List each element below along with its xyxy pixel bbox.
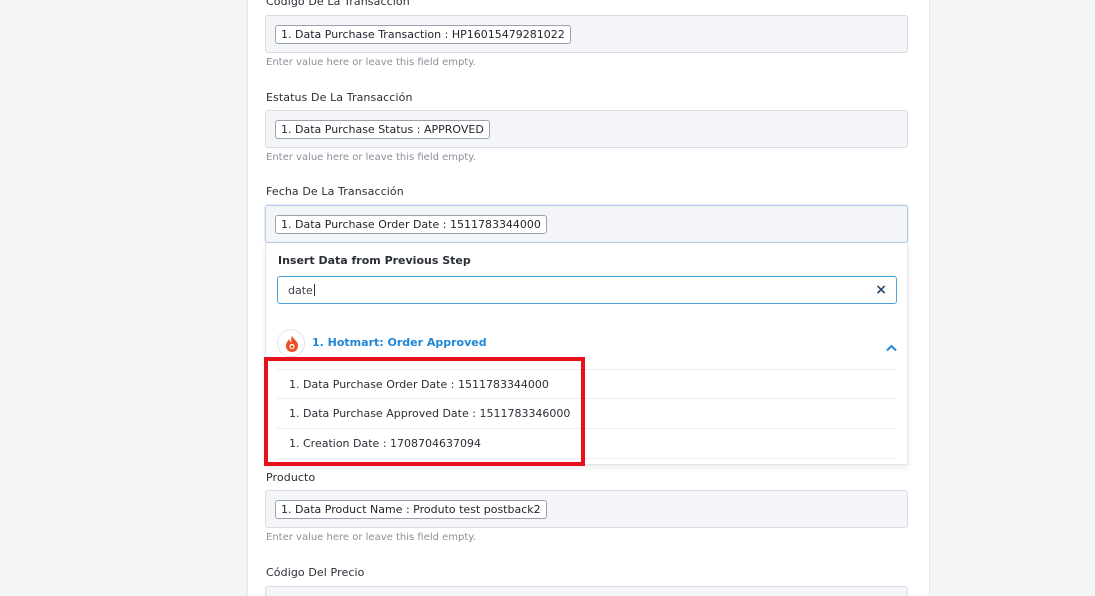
hotmart-flame-icon [277,329,305,357]
data-token[interactable]: 1. Data Purchase Transaction : HP1601547… [275,25,571,44]
dropdown-search-input[interactable]: date × [277,276,897,304]
field-hint: Enter value here or leave this field emp… [266,152,476,163]
field-label-price-code: Código Del Precio [266,566,365,579]
product-field[interactable]: 1. Data Product Name : Produto test post… [265,490,908,528]
chevron-up-icon[interactable] [886,337,897,356]
field-hint: Enter value here or leave this field emp… [266,57,476,68]
transaction-date-field[interactable]: 1. Data Purchase Order Date : 1511783344… [265,205,908,243]
field-label-transaction-code: Código De La Transacción [266,0,410,8]
field-label-transaction-date: Fecha De La Transacción [266,185,404,198]
field-label-product: Producto [266,471,316,484]
search-input-value: date [288,284,315,297]
data-token[interactable]: 1. Data Purchase Order Date : 1511783344… [275,215,547,234]
close-icon[interactable]: × [875,282,887,298]
dropdown-title: Insert Data from Previous Step [278,254,471,267]
data-token[interactable]: 1. Data Purchase Status : APPROVED [275,120,490,139]
transaction-status-field[interactable]: 1. Data Purchase Status : APPROVED [265,110,908,148]
highlight-box [264,357,585,466]
app-group-header[interactable]: 1. Hotmart: Order Approved [277,329,897,359]
field-label-transaction-status: Estatus De La Transacción [266,91,413,104]
data-token[interactable]: 1. Data Product Name : Produto test post… [275,500,547,519]
transaction-code-field[interactable]: 1. Data Purchase Transaction : HP1601547… [265,15,908,53]
field-hint: Enter value here or leave this field emp… [266,532,476,543]
app-name: 1. Hotmart: Order Approved [312,336,487,349]
price-code-field[interactable] [265,586,908,596]
